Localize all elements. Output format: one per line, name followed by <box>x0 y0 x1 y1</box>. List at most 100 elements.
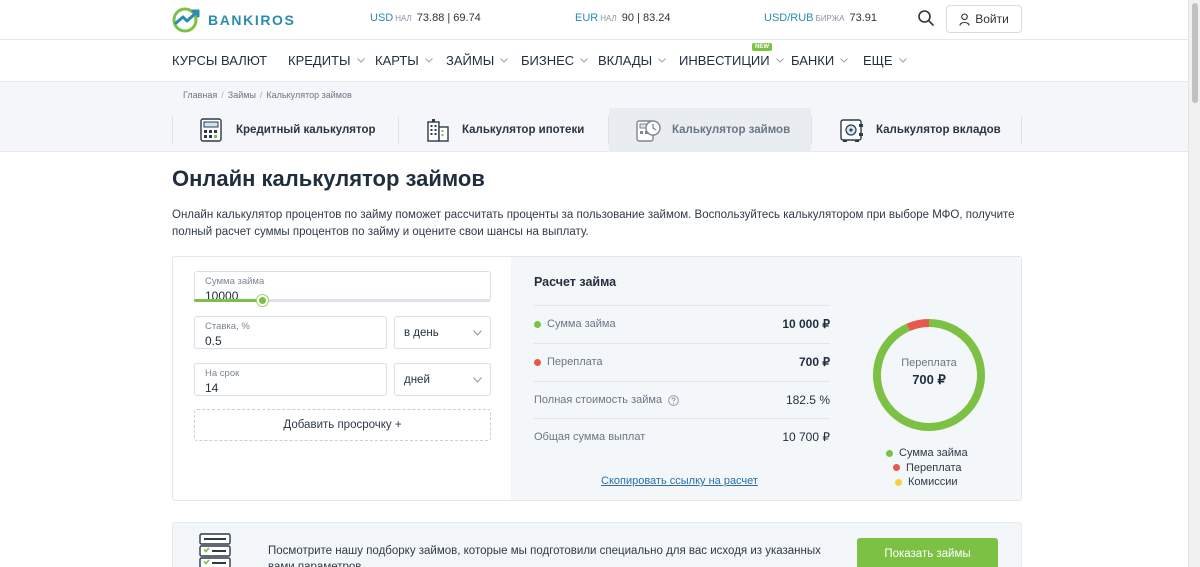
nav-item-currency-rates[interactable]: КУРСЫ ВАЛЮТ <box>172 53 267 68</box>
result-label: Переплата <box>534 356 603 368</box>
nav-item-label: ЕЩЕ <box>863 53 893 68</box>
slider-fill <box>194 299 263 302</box>
scrollbar-thumb[interactable] <box>1192 3 1198 103</box>
nav-item-cards[interactable]: КАРТЫ <box>375 53 433 68</box>
nav-item-banks[interactable]: БАНКИ <box>791 53 849 68</box>
interest-rate-field[interactable]: Ставка, % 0.5 <box>194 316 387 349</box>
nav-item-credits[interactable]: КРЕДИТЫ <box>288 53 365 68</box>
breadcrumb: Главная / Займы / Калькулятор займов <box>0 82 1188 108</box>
result-value: 182.5 % <box>785 393 830 407</box>
nav-item-more[interactable]: ЕЩЕ <box>863 53 907 68</box>
rate-currency: USD/RUB <box>764 12 814 24</box>
nav-item-investments[interactable]: ИНВЕСТИЦИИ <box>679 53 784 68</box>
tab-mortgage-calculator[interactable]: Калькулятор ипотеки <box>424 108 584 152</box>
breadcrumb-loans[interactable]: Займы <box>228 90 256 100</box>
donut-segment-2 <box>906 319 930 332</box>
legend-item-overpayment: Переплата <box>893 461 968 476</box>
tab-divider <box>172 116 173 144</box>
tab-label: Калькулятор ипотеки <box>462 124 585 136</box>
login-button[interactable]: Войти <box>946 5 1022 33</box>
safe-icon <box>840 119 863 142</box>
term-unit-select[interactable]: дней <box>394 363 491 396</box>
rate-currency: USD <box>370 12 394 24</box>
legend-label: Сумма займа <box>899 447 968 460</box>
green-dot-icon <box>886 449 893 457</box>
help-icon[interactable] <box>668 394 679 406</box>
chart-legend: Сумма займа Переплата Комиссии <box>886 446 968 490</box>
nav-item-label: БИЗНЕС <box>521 53 575 68</box>
slider-handle[interactable] <box>257 295 269 306</box>
rate-kind: НАЛ <box>600 14 617 23</box>
legend-label: Комиссии <box>908 476 958 489</box>
result-row-total-payment: Общая сумма выплат 10 700 ₽ <box>534 418 830 456</box>
rate-currency: EUR <box>575 12 599 24</box>
result-value: 10 700 ₽ <box>782 430 830 444</box>
chevron-down-icon <box>658 58 667 63</box>
interest-rate-value: 0.5 <box>205 334 222 348</box>
top-bar: BANKIROS USD НАЛ 73.88 | 69.74 EUR НАЛ 90 | … <box>0 0 1188 40</box>
breadcrumb-separator: / <box>259 90 263 100</box>
result-label-text: Сумма займа <box>547 318 616 330</box>
new-badge: NEW <box>752 43 772 51</box>
logo-icon <box>172 7 200 33</box>
building-icon <box>427 119 449 142</box>
nav-item-business[interactable]: БИЗНЕС <box>521 53 589 68</box>
rate-kind: БИРЖА <box>815 14 845 23</box>
donut-label: Переплата <box>901 357 957 369</box>
result-title: Расчет займа <box>534 275 617 289</box>
loan-amount-field[interactable]: Сумма займа 10000 <box>194 271 491 303</box>
legend-label: Переплата <box>906 461 962 474</box>
show-loans-button[interactable]: Показать займы <box>857 538 998 567</box>
chevron-down-icon <box>356 58 365 63</box>
loan-term-value: 14 <box>205 381 219 395</box>
tab-label: Калькулятор вкладов <box>876 124 1001 136</box>
result-label: Полная стоимость займа <box>534 394 679 406</box>
chevron-down-icon <box>898 58 907 63</box>
rate-value: 73.88 | 69.74 <box>416 12 481 24</box>
add-delay-button[interactable]: Добавить просрочку + <box>194 409 491 441</box>
search-icon[interactable] <box>916 8 936 28</box>
calculator-tabs: Кредитный калькулятор Калькулятор ипотек… <box>0 108 1188 152</box>
result-row-loan-amount: Сумма займа 10 000 ₽ <box>534 305 830 343</box>
calculator-clock-icon <box>636 120 661 142</box>
rate-period-select[interactable]: в день <box>394 316 491 349</box>
tab-credit-calculator[interactable]: Кредитный калькулятор <box>198 108 376 152</box>
rate-value: 73.91 <box>849 12 878 24</box>
result-label: Общая сумма выплат <box>534 431 645 443</box>
page-intro: Онлайн калькулятор процентов по займу по… <box>172 209 1015 238</box>
chevron-down-icon <box>580 58 589 63</box>
green-dot-icon <box>534 320 541 328</box>
loan-term-field[interactable]: На срок 14 <box>194 363 387 396</box>
donut-value: 700 ₽ <box>912 372 946 387</box>
copy-link[interactable]: Скопировать ссылку на расчет <box>601 475 758 487</box>
nav-item-label: ИНВЕСТИЦИИ <box>679 53 770 68</box>
tab-divider <box>1021 116 1022 144</box>
page-scrollbar[interactable] <box>1188 0 1200 567</box>
result-row-overpayment: Переплата 700 ₽ <box>534 343 830 381</box>
rate-period-value: в день <box>404 327 439 339</box>
nav-item-label: КРЕДИТЫ <box>288 53 351 68</box>
logo-text: BANKIROS <box>208 12 296 28</box>
nav-item-loans[interactable]: ЗАЙМЫ <box>446 53 509 68</box>
nav-item-label: БАНКИ <box>791 53 835 68</box>
tab-divider <box>811 116 812 144</box>
loan-amount-slider[interactable] <box>194 295 490 306</box>
result-value: 700 ₽ <box>799 355 830 369</box>
tab-deposit-calculator[interactable]: Калькулятор вкладов <box>838 108 1001 152</box>
chevron-down-icon <box>473 330 482 336</box>
chevron-down-icon <box>473 377 482 383</box>
interest-rate-label: Ставка, % <box>205 321 250 332</box>
breadcrumb-current: Калькулятор займов <box>266 90 352 100</box>
nav-item-deposits[interactable]: ВКЛАДЫ <box>598 53 667 68</box>
tab-loan-calculator[interactable]: Калькулятор займов <box>609 108 811 152</box>
rate-eur: EUR НАЛ 90 | 83.24 <box>575 12 671 24</box>
legend-item-commissions: Комиссии <box>895 475 968 490</box>
logo[interactable]: BANKIROS <box>172 7 295 33</box>
nav-item-label: КУРСЫ ВАЛЮТ <box>172 53 268 68</box>
tab-label: Калькулятор займов <box>672 124 791 136</box>
yellow-dot-icon <box>895 478 902 486</box>
breadcrumb-home[interactable]: Главная <box>183 90 217 100</box>
calculator-icon <box>200 118 222 142</box>
loan-term-label: На срок <box>205 368 240 379</box>
red-dot-icon <box>534 358 541 366</box>
